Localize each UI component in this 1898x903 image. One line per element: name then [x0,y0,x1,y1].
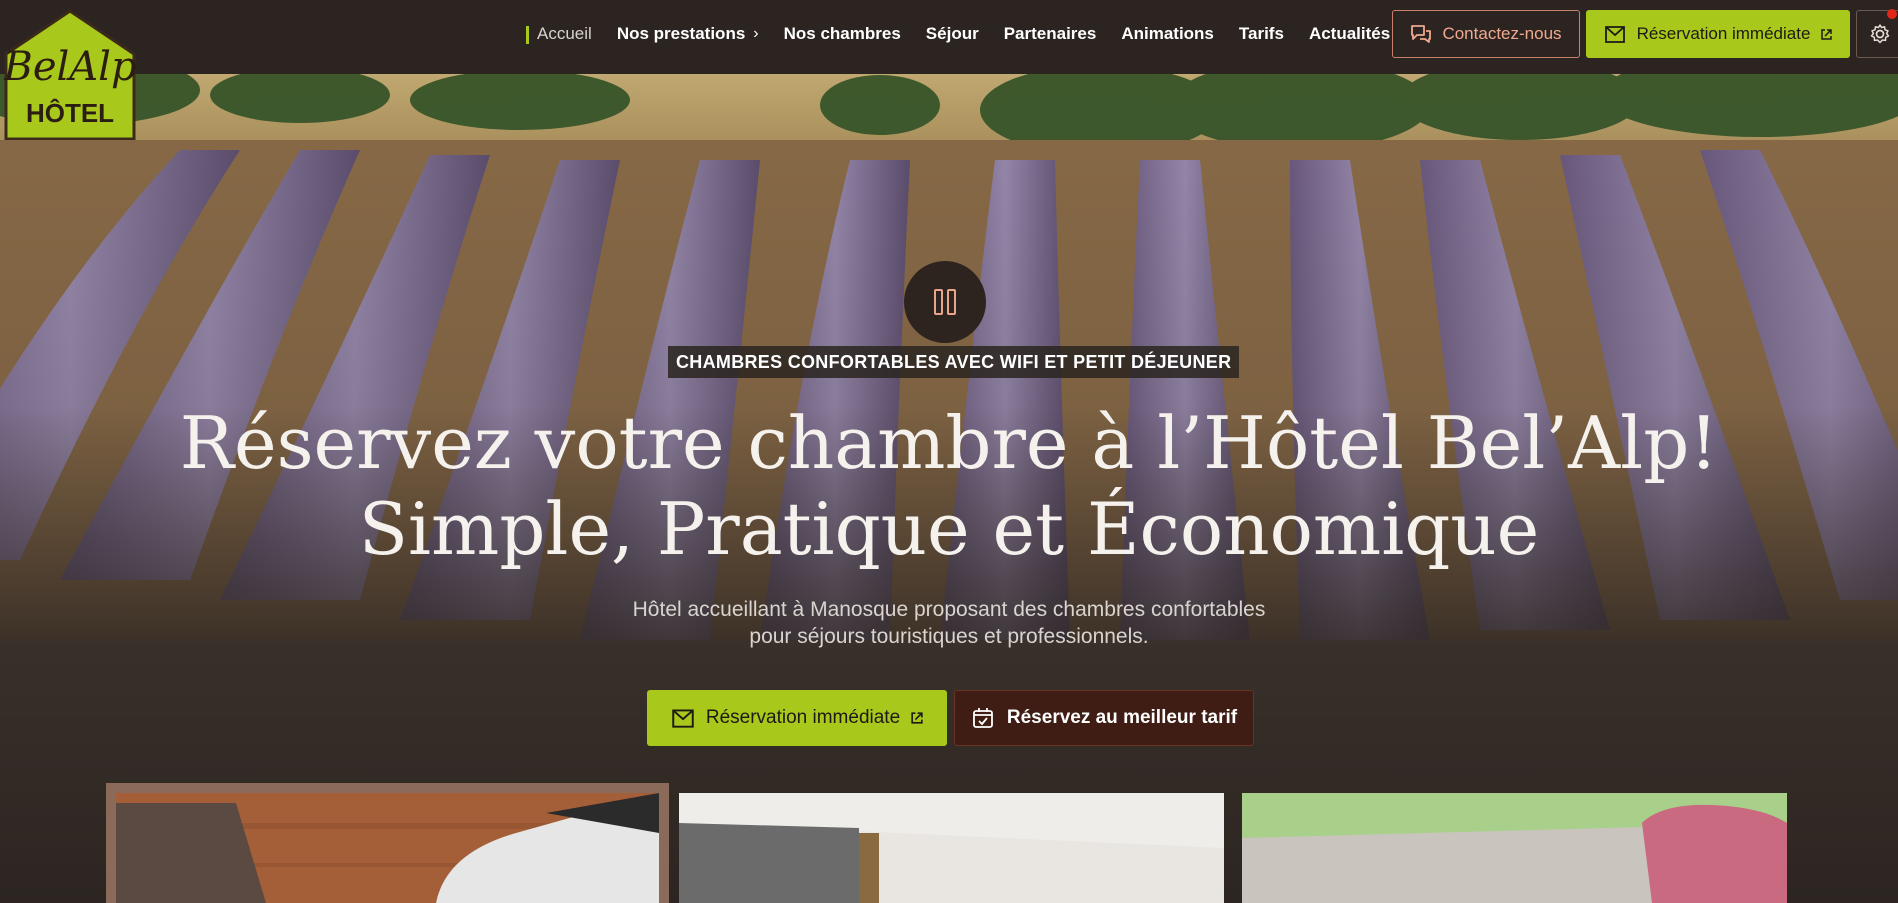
nav-label: Partenaires [1003,24,1097,43]
notification-dot [1887,9,1897,19]
nav-item-prestations[interactable]: Nos prestations › [617,24,759,44]
cta-secondary-label: Réservez au meilleur tarif [1006,707,1238,728]
nav-label: Séjour [925,24,979,43]
cta-primary-label: Réservation immédiate [705,707,901,728]
logo-wordmark: BelAlp [4,44,136,90]
booking-icon [1604,26,1625,43]
desk-laptop-image [116,793,659,903]
nav-item-animations[interactable]: Animations [1121,24,1214,44]
nav-label: Tarifs [1238,24,1284,43]
nav-item-partenaires[interactable]: Partenaires [1004,24,1097,44]
nav-label: Nos prestations [616,24,746,43]
nav-label: Accueil [537,24,592,43]
pause-icon [934,289,956,315]
hero-subtext-line2: pour séjours touristiques et professionn… [749,625,1149,648]
contact-label: Contactez-nous [1442,24,1562,43]
chat-icon [1411,25,1432,43]
site-logo[interactable]: BelAlp HÔTEL [2,8,137,141]
hero-headline-line2: Simple, Pratique et Économique [358,487,1540,571]
external-link-icon [1821,28,1833,40]
feature-card-1[interactable] [106,783,669,903]
nav-item-sejour[interactable]: Séjour [926,24,979,44]
external-link-icon [911,712,923,724]
nav-label: Animations [1121,24,1214,43]
breakfast-table-image [1242,793,1787,903]
reserve-now-header-button[interactable]: Réservation immédiate [1586,10,1850,58]
nav-item-tarifs[interactable]: Tarifs [1239,24,1284,44]
hero-subtext-line1: Hôtel accueillant à Manosque proposant d… [632,598,1266,621]
hero-headline-line1: Réservez votre chambre à l’Hôtel Bel’Alp… [179,401,1719,485]
reserve-now-button[interactable]: Réservation immédiate [647,690,947,746]
nav-item-actualites[interactable]: Actualités [1309,24,1390,44]
logo-subtitle: HÔTEL [26,98,114,128]
nav-item-chambres[interactable]: Nos chambres [784,24,901,44]
contact-button[interactable]: Contactez-nous [1392,10,1580,58]
best-rate-button[interactable]: Réservez au meilleur tarif [954,690,1254,746]
main-navigation: Accueil Nos prestations › Nos chambres Sé… [526,0,1415,68]
nav-label: Actualités [1308,24,1391,43]
room-interior-image [679,793,1224,903]
nav-item-accueil[interactable]: Accueil [526,24,592,44]
calendar-check-icon [972,708,993,728]
booking-icon [672,709,694,728]
hero-subtext: Hôtel accueillant à Manosque proposant d… [0,596,1898,650]
reserve-label: Réservation immédiate [1636,24,1811,43]
feature-card-3[interactable] [1242,793,1787,903]
feature-card-2[interactable] [679,793,1224,903]
chevron-right-icon: › [753,25,759,42]
slideshow-pause-button[interactable] [904,261,986,343]
settings-icon [1870,24,1890,44]
hero-badge: CHAMBRES CONFORTABLES AVEC WIFI ET PETIT… [668,346,1240,378]
nav-label: Nos chambres [783,24,901,43]
